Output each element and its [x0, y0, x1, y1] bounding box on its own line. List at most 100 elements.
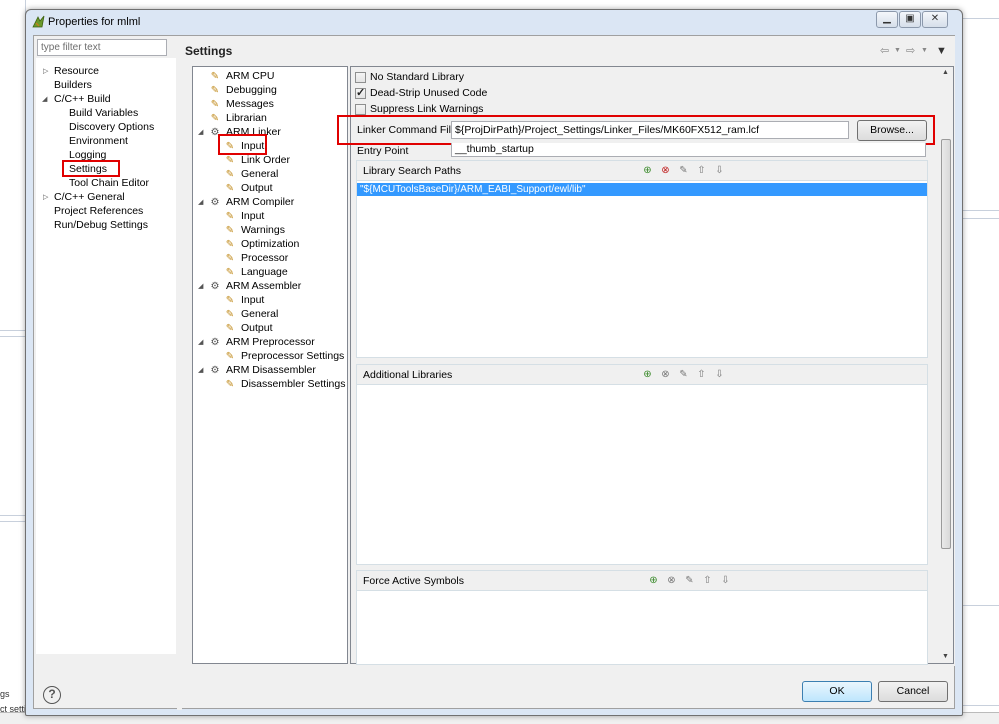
collapse-arrow-icon[interactable]: ◢	[198, 366, 203, 374]
settings-highlight-box	[62, 160, 120, 177]
background-left-panel	[0, 0, 26, 724]
add-icon[interactable]: ⊕	[641, 368, 654, 381]
folder-gear-icon: ✎	[225, 323, 235, 334]
background-right-panel	[962, 0, 999, 724]
folder-gear-icon: ✎	[225, 351, 235, 362]
collapse-arrow-icon[interactable]: ◢	[198, 198, 203, 206]
tree-item-link-order[interactable]: Link Order	[241, 154, 290, 167]
tree-item-debugging[interactable]: Debugging	[226, 84, 277, 97]
page-title: Settings	[185, 44, 233, 58]
filter-input[interactable]	[37, 39, 167, 56]
back-arrow-icon[interactable]: ⇦	[880, 44, 889, 57]
tree-item-project-references[interactable]: Project References	[54, 205, 143, 218]
maximize-button[interactable]: ▣	[899, 11, 921, 28]
tree-item-compiler-input[interactable]: Input	[241, 210, 264, 223]
tree-item-language[interactable]: Language	[241, 266, 288, 279]
tool-gear-icon: ⚙	[210, 337, 220, 348]
tree-item-assembler-input[interactable]: Input	[241, 294, 264, 307]
minimize-button[interactable]: ▁	[876, 11, 898, 28]
folder-gear-icon: ✎	[225, 169, 235, 180]
tree-item-linker-general[interactable]: General	[241, 168, 278, 181]
library-search-path-item[interactable]: "${MCUToolsBaseDir}/ARM_EABI_Support/ewl…	[357, 183, 927, 196]
view-menu-icon[interactable]: ▼	[936, 45, 947, 57]
scrollbar-thumb[interactable]	[941, 139, 951, 549]
no-standard-library-label[interactable]: No Standard Library	[370, 71, 464, 83]
tree-item-builders[interactable]: Builders	[54, 79, 92, 92]
edit-icon[interactable]: ✎	[677, 368, 690, 381]
tree-item-environment[interactable]: Environment	[69, 135, 128, 148]
title-bar[interactable]: Properties for mlml ▁ ▣ ✕	[26, 10, 962, 34]
dead-strip-checkbox[interactable]	[355, 86, 366, 99]
add-icon[interactable]: ⊕	[647, 574, 660, 587]
no-standard-library-checkbox[interactable]	[355, 72, 366, 83]
tree-item-optimization[interactable]: Optimization	[241, 238, 299, 251]
tree-item-disassembler-settings[interactable]: Disassembler Settings	[241, 378, 345, 391]
dialog-client-area: ▷ Resource Builders ◢ C/C++ Build Build …	[33, 35, 955, 710]
input-highlight-box	[218, 134, 267, 155]
back-menu-icon[interactable]: ▼	[894, 47, 901, 54]
move-down-icon[interactable]: ⇩	[719, 574, 732, 587]
move-up-icon[interactable]: ⇧	[701, 574, 714, 587]
background-text-1: gs	[0, 689, 10, 699]
additional-libraries-title: Additional Libraries	[363, 369, 453, 381]
tree-item-arm-disassembler[interactable]: ARM Disassembler	[226, 364, 316, 377]
tree-item-cpp-general[interactable]: C/C++ General	[54, 191, 125, 204]
folder-gear-icon: ✎	[225, 225, 235, 236]
additional-libraries-header: Additional Libraries ⊕ ⊗ ✎ ⇧ ⇩	[357, 365, 927, 385]
tree-item-discovery-options[interactable]: Discovery Options	[69, 121, 154, 134]
expand-arrow-icon[interactable]: ▷	[43, 67, 48, 75]
property-category-tree[interactable]: ▷ Resource Builders ◢ C/C++ Build Build …	[36, 58, 176, 654]
tree-item-arm-compiler[interactable]: ARM Compiler	[226, 196, 294, 209]
move-up-icon[interactable]: ⇧	[695, 368, 708, 381]
collapse-arrow-icon[interactable]: ◢	[198, 282, 203, 290]
tree-item-arm-cpu[interactable]: ARM CPU	[226, 70, 274, 83]
tree-item-arm-assembler[interactable]: ARM Assembler	[226, 280, 301, 293]
tree-item-assembler-output[interactable]: Output	[241, 322, 273, 335]
move-down-icon[interactable]: ⇩	[713, 164, 726, 177]
settings-vertical-scrollbar[interactable]: ▲ ▼	[939, 67, 953, 663]
cancel-button[interactable]: Cancel	[878, 681, 948, 702]
suppress-link-warnings-checkbox[interactable]	[355, 104, 366, 115]
edit-icon[interactable]: ✎	[683, 574, 696, 587]
collapse-arrow-icon[interactable]: ◢	[42, 95, 47, 103]
forward-arrow-icon[interactable]: ⇨	[906, 44, 915, 57]
force-active-symbols-title: Force Active Symbols	[363, 575, 464, 587]
tree-item-build-variables[interactable]: Build Variables	[69, 107, 138, 120]
ok-button[interactable]: OK	[802, 681, 872, 702]
edit-icon[interactable]: ✎	[677, 164, 690, 177]
expand-arrow-icon[interactable]: ▷	[43, 193, 48, 201]
tree-item-resource[interactable]: Resource	[54, 65, 99, 78]
tool-settings-tree[interactable]: ✎ ARM CPU ✎ Debugging ✎ Messages ✎ Libra…	[192, 66, 348, 664]
tree-item-arm-preprocessor[interactable]: ARM Preprocessor	[226, 336, 315, 349]
dead-strip-label[interactable]: Dead-Strip Unused Code	[370, 87, 487, 99]
tree-item-messages[interactable]: Messages	[226, 98, 274, 111]
tree-item-warnings[interactable]: Warnings	[241, 224, 285, 237]
close-button[interactable]: ✕	[922, 11, 948, 28]
tree-item-tool-chain-editor[interactable]: Tool Chain Editor	[69, 177, 149, 190]
scroll-up-icon[interactable]: ▲	[942, 69, 949, 76]
collapse-arrow-icon[interactable]: ◢	[198, 128, 203, 136]
tree-item-assembler-general[interactable]: General	[241, 308, 278, 321]
window-title: Properties for mlml	[48, 16, 141, 28]
tree-item-processor[interactable]: Processor	[241, 252, 288, 265]
tree-item-librarian[interactable]: Librarian	[226, 112, 267, 125]
tool-gear-icon: ⚙	[210, 281, 220, 292]
help-icon[interactable]: ?	[43, 686, 61, 704]
tree-item-cpp-build[interactable]: C/C++ Build	[54, 93, 111, 106]
suppress-link-warnings-label[interactable]: Suppress Link Warnings	[370, 103, 483, 115]
delete-icon[interactable]: ⊗	[659, 368, 672, 381]
collapse-arrow-icon[interactable]: ◢	[198, 338, 203, 346]
folder-gear-icon: ✎	[225, 309, 235, 320]
scroll-down-icon[interactable]: ▼	[942, 653, 949, 660]
tree-item-preprocessor-settings[interactable]: Preprocessor Settings	[241, 350, 344, 363]
entry-point-field[interactable]: __thumb_startup	[451, 143, 926, 157]
forward-menu-icon[interactable]: ▼	[921, 47, 928, 54]
tree-item-run-debug-settings[interactable]: Run/Debug Settings	[54, 219, 148, 232]
delete-icon[interactable]: ⊗	[659, 164, 672, 177]
move-down-icon[interactable]: ⇩	[713, 368, 726, 381]
additional-libraries-group: Additional Libraries ⊕ ⊗ ✎ ⇧ ⇩	[356, 364, 928, 565]
add-icon[interactable]: ⊕	[641, 164, 654, 177]
tree-item-linker-output[interactable]: Output	[241, 182, 273, 195]
delete-icon[interactable]: ⊗	[665, 574, 678, 587]
move-up-icon[interactable]: ⇧	[695, 164, 708, 177]
